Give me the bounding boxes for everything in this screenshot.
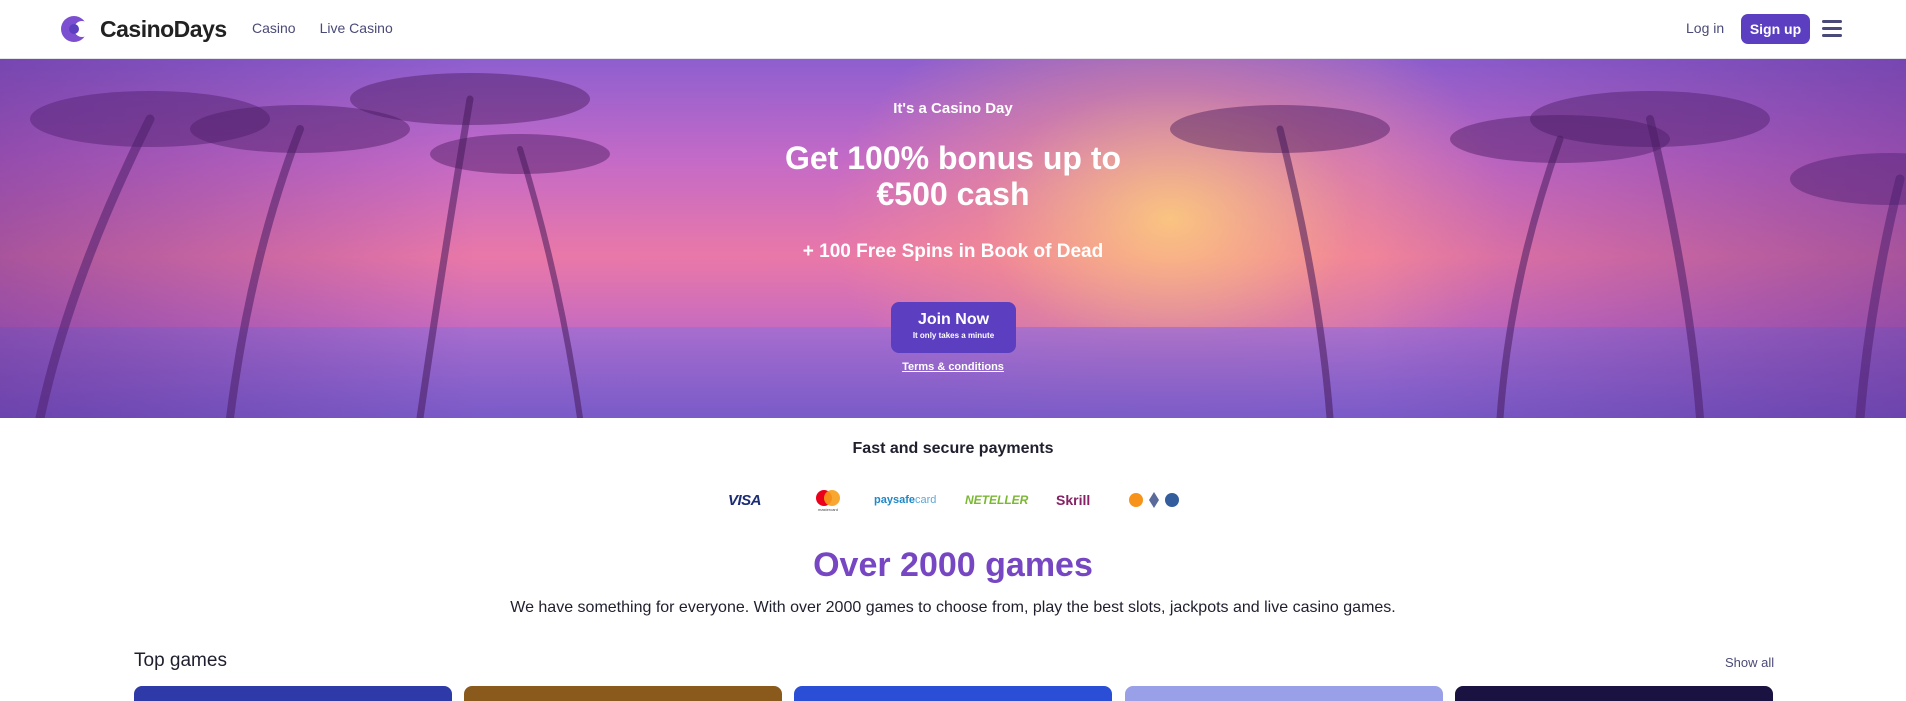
neteller-logo: NETELLER	[965, 493, 1029, 507]
hero-title: Get 100% bonus up to €500 cash	[784, 140, 1122, 212]
brand-name: CasinoDays	[100, 15, 227, 42]
mastercard-caption: mastercard	[818, 507, 838, 512]
payment-methods: VISA mastercard paysafe card NETELLER Skr…	[720, 487, 1190, 513]
login-link[interactable]: Log in	[1686, 20, 1724, 36]
game-tile[interactable]	[1125, 686, 1443, 701]
hero-content: It's a Casino Day Get 100% bonus up to €…	[0, 59, 1906, 418]
top-games-heading: Top games	[134, 650, 227, 671]
game-tile[interactable]	[134, 686, 452, 701]
logo-mark-icon	[61, 16, 90, 42]
payments-title: Fast and secure payments	[852, 440, 1054, 457]
nav-item-casino[interactable]: Casino	[252, 20, 296, 36]
games-title: Over 2000 games	[813, 546, 1093, 584]
join-now-sublabel: It only takes a minute	[912, 331, 995, 340]
game-tile[interactable]	[794, 686, 1112, 701]
hero-banner: It's a Casino Day Get 100% bonus up to €…	[0, 59, 1906, 418]
paysafecard-logo: paysafe card	[874, 487, 936, 513]
crypto-logos	[1128, 487, 1180, 513]
game-tile[interactable]	[1455, 686, 1773, 701]
show-all-link[interactable]: Show all	[1725, 655, 1774, 670]
terms-link[interactable]: Terms & conditions	[0, 361, 1906, 373]
hero-kicker: It's a Casino Day	[893, 100, 1013, 117]
games-description: We have something for everyone. With ove…	[510, 599, 1396, 616]
paysafe-suffix: card	[914, 494, 937, 506]
hero-subtitle: + 100 Free Spins in Book of Dead	[802, 241, 1104, 262]
casinodays-logo[interactable]: CasinoDays	[60, 15, 227, 43]
visa-logo: VISA	[728, 491, 762, 509]
join-now-button[interactable]: Join Now It only takes a minute	[891, 302, 1016, 353]
main-nav: Casino Live Casino	[252, 20, 393, 36]
mastercard-logo: mastercard	[812, 487, 844, 513]
paysafe-text: paysafe	[874, 494, 915, 506]
game-tile[interactable]	[464, 686, 782, 701]
hamburger-menu-icon[interactable]	[1822, 20, 1842, 37]
nav-item-live-casino[interactable]: Live Casino	[320, 20, 393, 36]
join-now-label: Join Now	[917, 311, 990, 328]
site-header: CasinoDays Casino Live Casino Log in Sig…	[0, 0, 1906, 59]
signup-button[interactable]: Sign up	[1741, 14, 1810, 44]
skrill-logo: Skrill	[1056, 492, 1091, 508]
